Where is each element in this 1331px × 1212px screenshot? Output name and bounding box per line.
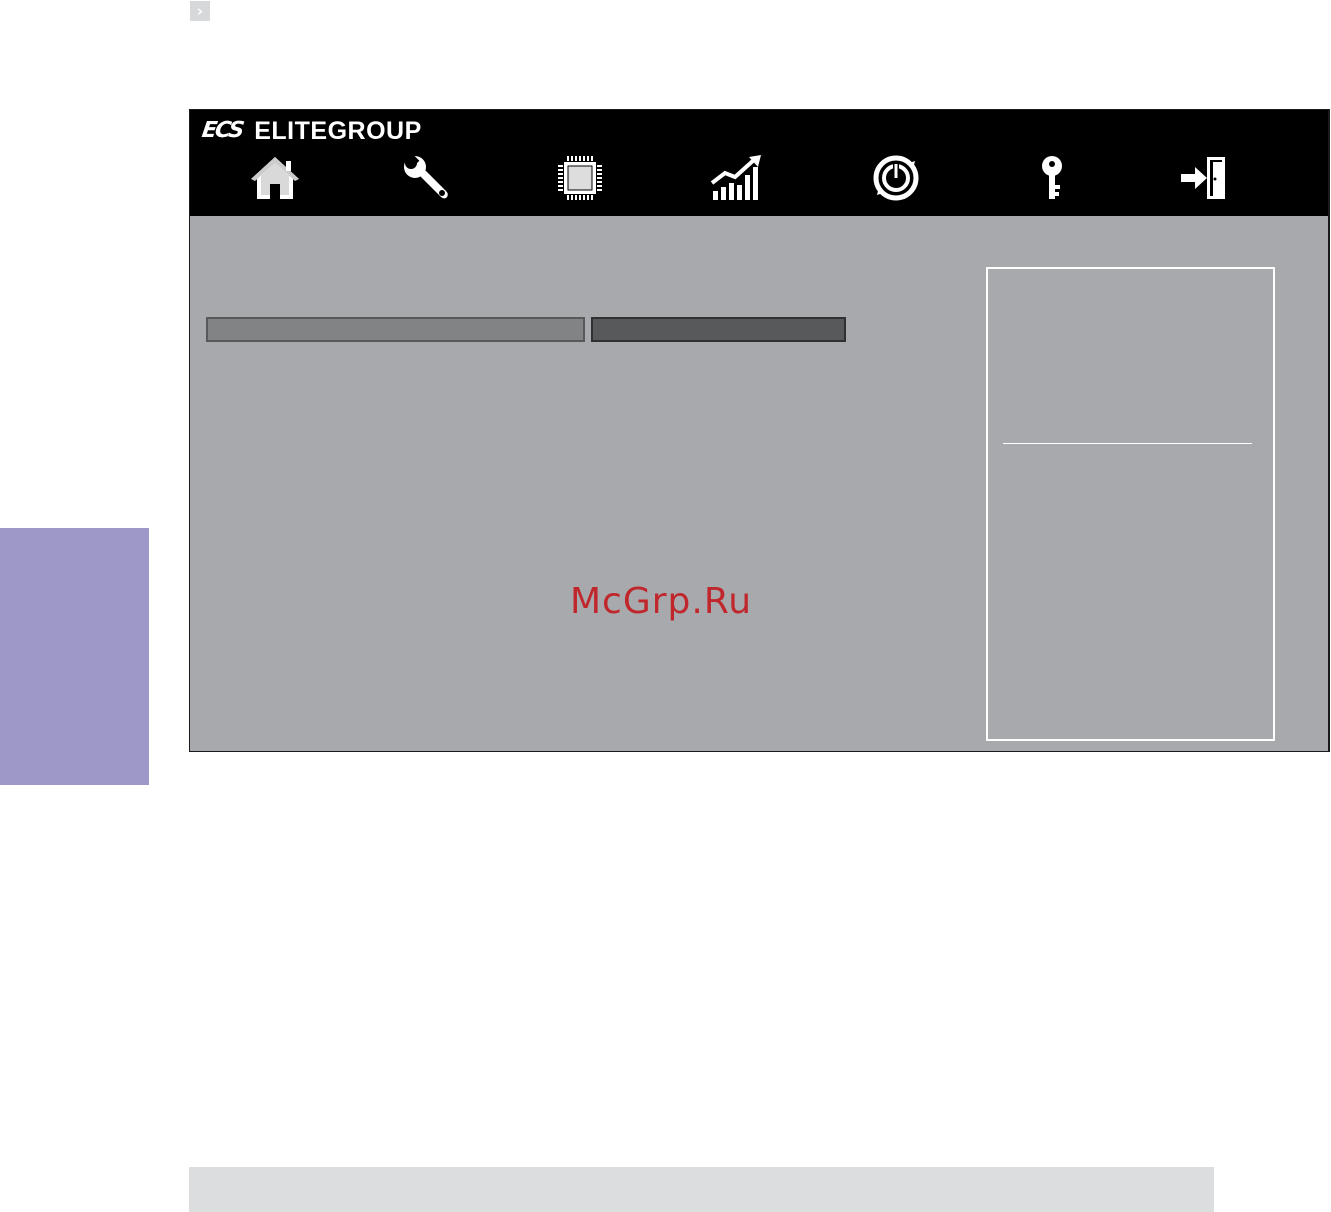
footer-bar (189, 1167, 1214, 1212)
nav-security-key-icon[interactable] (1022, 152, 1082, 204)
help-divider (1003, 443, 1252, 444)
nav-main-home-icon[interactable] (245, 152, 305, 204)
chapter-side-tab (0, 528, 149, 785)
help-panel (986, 267, 1275, 741)
nav-advanced-wrench-icon[interactable] (396, 152, 456, 204)
brand-logo: ECS ELITEGROUP (200, 116, 422, 146)
nav-mi-chart-icon[interactable] (707, 152, 767, 204)
nav-chipset-chip-icon[interactable] (550, 152, 610, 204)
brand-name: ELITEGROUP (254, 116, 422, 145)
nav-boot-power-icon[interactable] (866, 152, 926, 204)
setting-label-bar (206, 317, 585, 342)
breadcrumb-arrow-icon: › (190, 1, 210, 21)
watermark-text: McGrp.Ru (570, 581, 753, 622)
setting-value-bar[interactable] (591, 317, 846, 342)
nav-exit-door-icon[interactable] (1175, 152, 1235, 204)
ecs-logo-mark: ECS (200, 118, 245, 143)
bios-setup-window: ECS ELITEGROUP (189, 109, 1330, 752)
bios-header: ECS ELITEGROUP (190, 110, 1328, 216)
